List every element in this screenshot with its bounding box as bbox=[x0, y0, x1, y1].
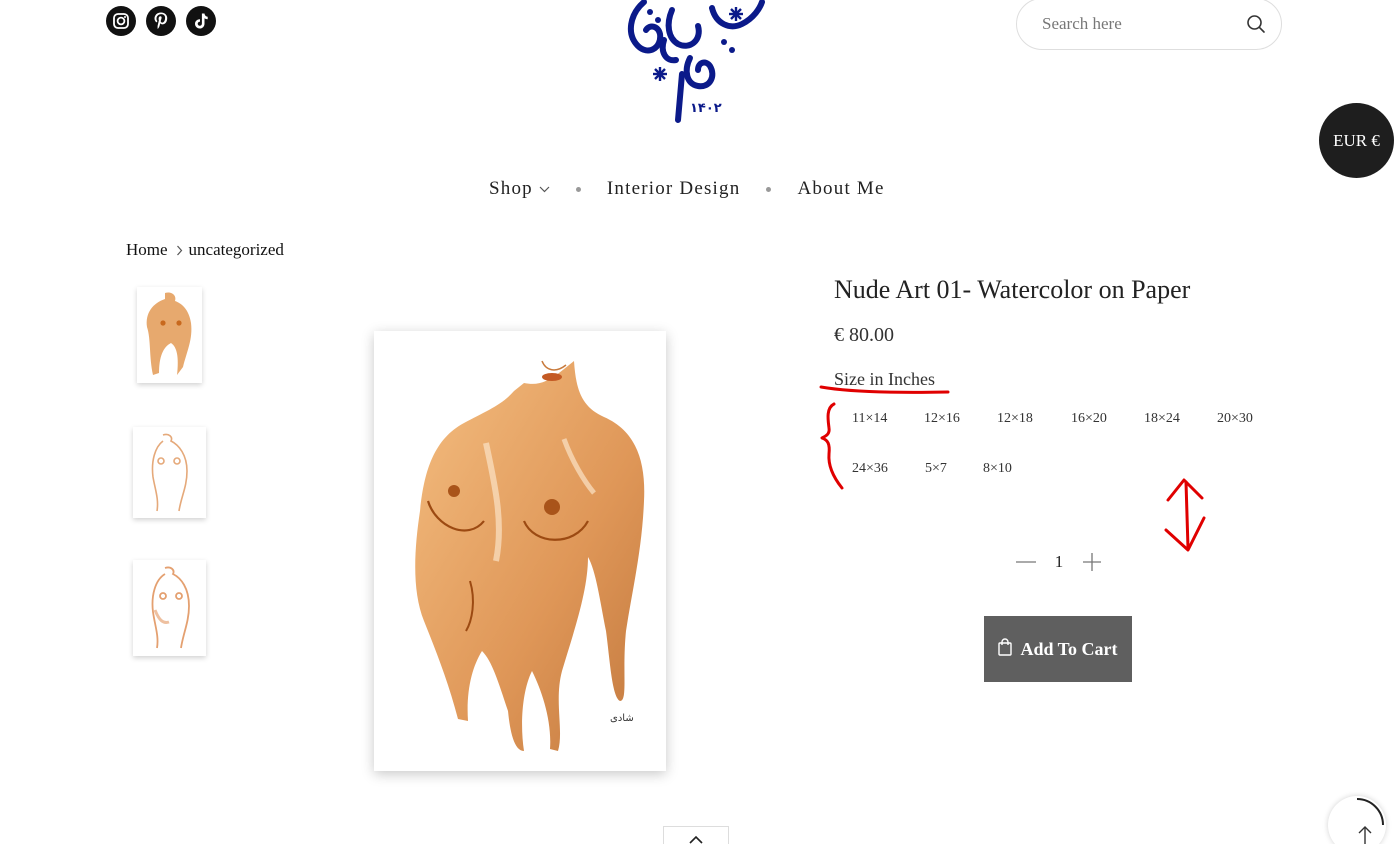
product-price: € 80.00 bbox=[834, 324, 894, 346]
chevron-right-icon bbox=[176, 245, 183, 256]
search-input[interactable] bbox=[1042, 14, 1238, 34]
nav-item-label: Shop bbox=[489, 178, 533, 199]
main-nav: Shop Interior Design About Me bbox=[489, 178, 885, 200]
product-title: Nude Art 01- Watercolor on Paper bbox=[834, 275, 1191, 304]
social-links bbox=[106, 6, 216, 36]
site-logo[interactable]: ۱۴۰۲ bbox=[620, 0, 770, 124]
size-option-11x14[interactable]: 11×14 bbox=[852, 411, 887, 427]
breadcrumb-home[interactable]: Home bbox=[126, 240, 168, 260]
breadcrumb: Home uncategorized bbox=[126, 240, 284, 260]
product-main-image[interactable]: ﺷﺎﺩی bbox=[374, 331, 666, 771]
quantity-input[interactable]: 1 bbox=[1038, 552, 1080, 572]
shopping-bag-icon bbox=[998, 637, 1013, 661]
red-annotation-overlay bbox=[819, 385, 1206, 552]
quantity-stepper: 1 bbox=[1014, 546, 1104, 578]
quantity-increase-button[interactable] bbox=[1080, 546, 1104, 578]
size-label: Size in Inches bbox=[834, 369, 935, 389]
size-option-16x20[interactable]: 16×20 bbox=[1071, 411, 1107, 427]
pinterest-icon[interactable] bbox=[146, 6, 176, 36]
size-option-8x10[interactable]: 8×10 bbox=[983, 461, 1012, 477]
artwork-signature: ﺷﺎﺩی bbox=[610, 713, 634, 724]
double-arrow-annotation bbox=[1184, 480, 1190, 550]
size-option-5x7[interactable]: 5×7 bbox=[925, 461, 947, 477]
tiktok-icon[interactable] bbox=[186, 6, 216, 36]
size-option-24x36[interactable]: 24×36 bbox=[852, 461, 888, 477]
instagram-icon[interactable] bbox=[106, 6, 136, 36]
curly-brace-annotation bbox=[820, 402, 844, 490]
logo-year: ۱۴۰۲ bbox=[690, 101, 722, 116]
currency-switcher[interactable]: EUR € bbox=[1319, 103, 1394, 178]
quantity-decrease-button[interactable] bbox=[1014, 546, 1038, 578]
size-option-12x18[interactable]: 12×18 bbox=[997, 411, 1033, 427]
size-option-12x16[interactable]: 12×16 bbox=[924, 411, 960, 427]
nav-item-shop[interactable]: Shop bbox=[489, 178, 550, 200]
product-thumbnail-2[interactable] bbox=[133, 427, 206, 518]
nav-item-label: Interior Design bbox=[606, 178, 741, 199]
add-to-cart-label: Add To Cart bbox=[1020, 638, 1118, 659]
chevron-up-icon bbox=[689, 831, 703, 844]
nav-separator bbox=[575, 186, 581, 192]
gallery-prev-button[interactable] bbox=[663, 826, 729, 844]
size-option-18x24[interactable]: 18×24 bbox=[1144, 411, 1180, 427]
nav-item-label: About Me bbox=[797, 178, 885, 199]
search-icon[interactable] bbox=[1245, 13, 1267, 35]
nav-separator bbox=[766, 186, 772, 192]
size-option-20x30[interactable]: 20×30 bbox=[1217, 411, 1253, 427]
scroll-to-top-button[interactable] bbox=[1328, 796, 1386, 844]
product-thumbnail-1[interactable] bbox=[137, 287, 202, 383]
product-thumbnail-3[interactable] bbox=[133, 560, 206, 656]
breadcrumb-current: uncategorized bbox=[188, 240, 284, 259]
add-to-cart-button[interactable]: Add To Cart bbox=[984, 616, 1132, 682]
search-box bbox=[1016, 0, 1282, 50]
nav-item-interior-design[interactable]: Interior Design bbox=[607, 178, 741, 200]
nav-item-about-me[interactable]: About Me bbox=[797, 178, 884, 200]
chevron-down-icon bbox=[539, 185, 550, 193]
